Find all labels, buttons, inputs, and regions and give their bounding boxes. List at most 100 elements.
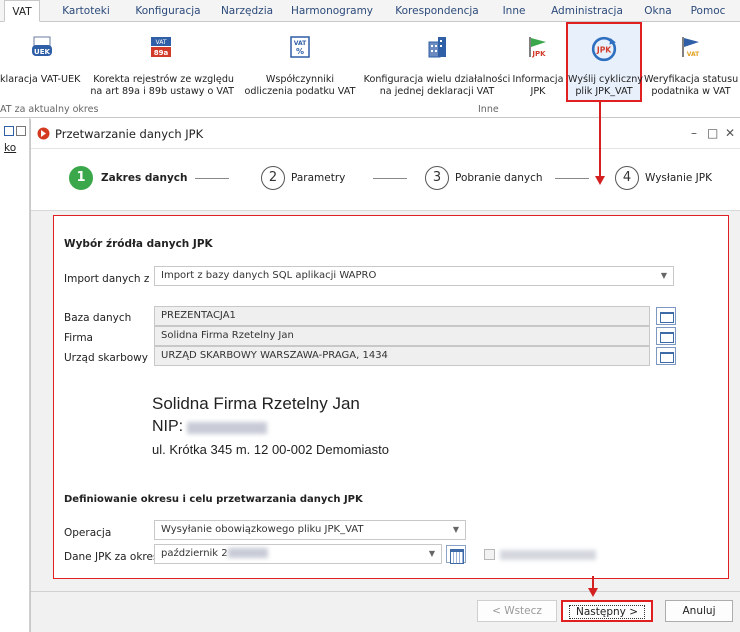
wizard-footer: < Wstecz Następny > Anuluj — [31, 591, 740, 632]
wyslij-line1: Wyślij cykliczny — [568, 74, 643, 85]
annotation-arrow-line — [599, 102, 601, 177]
vat-uek-button[interactable]: UEK klaracja VAT-UEK — [0, 22, 84, 104]
wyslij-line2: plik JPK_VAT — [575, 86, 633, 97]
menu-administracja[interactable]: Administracja — [540, 0, 634, 22]
firm-label: Firma — [64, 332, 93, 344]
konfiguracja-dzialalnosci-button[interactable]: Konfiguracja wielu działalności na jedne… — [362, 22, 512, 104]
chevron-down-icon: ▼ — [660, 271, 667, 280]
menu-vat[interactable]: VAT — [4, 0, 40, 22]
svg-text:89a: 89a — [154, 49, 169, 57]
weryfikacja-line1: Weryfikacja statusu — [644, 74, 739, 85]
menu-kartoteki[interactable]: Kartoteki — [50, 0, 122, 22]
svg-text:VAT: VAT — [687, 51, 700, 58]
vat-flag-icon: VAT — [682, 37, 700, 58]
window-app-icon — [37, 127, 50, 140]
source-section-title: Wybór źródła danych JPK — [64, 238, 213, 250]
jpk-processing-window: Przetwarzanie danych JPK – □ ✕ 1 Zakres … — [30, 119, 740, 632]
window-titlebar: Przetwarzanie danych JPK – □ ✕ — [31, 119, 740, 149]
svg-text:%: % — [296, 47, 304, 56]
cancel-button[interactable]: Anuluj — [665, 600, 733, 622]
ribbon-group-vat-okres: AT za aktualny okres — [0, 104, 99, 115]
svg-text:VAT: VAT — [155, 39, 166, 46]
annotation-arrow-head-2 — [588, 588, 598, 597]
menu-konfiguracja[interactable]: Konfiguracja — [124, 0, 212, 22]
nip-label: NIP: — [152, 418, 184, 435]
svg-text:JPK: JPK — [531, 50, 546, 58]
building-icon — [428, 37, 446, 58]
step-4-label[interactable]: Wysłanie JPK — [645, 172, 712, 184]
menu-okna[interactable]: Okna — [636, 0, 680, 22]
period-section-title: Definiowanie okresu i celu przetwarzania… — [64, 494, 363, 505]
database-folder-icon[interactable] — [656, 307, 676, 325]
menu-pomoc[interactable]: Pomoc — [682, 0, 734, 22]
sidebar-link[interactable]: ko — [4, 142, 16, 154]
cyclic-jpk-icon: JPK — [591, 36, 617, 62]
wizard-steps: 1 Zakres danych 2 Parametry 3 Pobranie d… — [31, 149, 740, 211]
minimize-button[interactable]: – — [691, 126, 697, 140]
company-nip: NIP: — [152, 418, 267, 436]
korekta-rejestrow-button[interactable]: VAT 89a Korekta rejestrów ze względu na … — [86, 22, 236, 104]
firm-field: Solidna Firma Rzetelny Jan — [154, 326, 650, 346]
wyslij-cykliczny-jpk-button[interactable]: JPK Wyślij cykliczny plik JPK_VAT — [566, 22, 643, 102]
menu-harmonogramy[interactable]: Harmonogramy — [284, 0, 380, 22]
menu-inne[interactable]: Inne — [494, 0, 534, 22]
operation-select[interactable]: Wysyłanie obowiązkowego pliku JPK_VAT ▼ — [154, 520, 466, 540]
informacja-line2: JPK — [530, 86, 546, 97]
svg-text:JPK: JPK — [596, 45, 612, 54]
informacja-line1: Informacja — [512, 74, 564, 85]
menu-korespondencja[interactable]: Korespondencja — [384, 0, 490, 22]
maximize-button[interactable]: □ — [707, 126, 718, 140]
firm-folder-icon[interactable] — [656, 327, 676, 345]
office-label: Urząd skarbowy — [64, 352, 148, 364]
step-1-circle[interactable]: 1 — [69, 166, 93, 190]
window-title: Przetwarzanie danych JPK — [55, 127, 204, 141]
menu-narzedzia[interactable]: Narzędzia — [214, 0, 280, 22]
chevron-down-icon: ▼ — [452, 525, 459, 534]
step-connector — [195, 178, 229, 179]
tax-office-folder-icon[interactable] — [656, 347, 676, 365]
operation-label: Operacja — [64, 527, 112, 539]
ribbon: UEK klaracja VAT-UEK VAT 89a Korekta rej… — [0, 22, 740, 118]
wspolczynniki-line1: Współczynniki — [265, 74, 335, 85]
step-4-circle[interactable]: 4 — [615, 166, 639, 190]
close-button[interactable]: ✕ — [725, 126, 735, 140]
konfiguracja-line2: na jednej deklaracji VAT — [379, 86, 495, 97]
wizard-body: Wybór źródła danych JPK Import danych z … — [31, 211, 740, 591]
wspolczynniki-button[interactable]: VAT % Współczynniki odliczenia podatku V… — [238, 22, 362, 104]
import-label: Import danych z — [64, 273, 150, 285]
period-select[interactable]: październik 2 ▼ — [154, 544, 442, 564]
tax-office-field: URZĄD SKARBOWY WARSZAWA-PRAGA, 1434 — [154, 346, 650, 366]
period-value: październik 2 — [161, 548, 228, 559]
vat-uek-label: klaracja VAT-UEK — [0, 74, 81, 85]
data-source-panel: Wybór źródła danych JPK Import danych z … — [53, 215, 729, 579]
annotation-arrow-head — [595, 176, 605, 185]
weryfikacja-statusu-button[interactable]: VAT Weryfikacja statusu podatnika w VAT — [644, 22, 738, 104]
89a-icon: VAT 89a — [151, 37, 171, 57]
next-button[interactable]: Następny > — [561, 600, 653, 622]
jpk-flag-icon: JPK — [529, 37, 546, 58]
back-button[interactable]: < Wstecz — [477, 600, 557, 622]
database-field: PREZENTACJA1 — [154, 306, 650, 326]
calendar-icon[interactable] — [446, 545, 466, 564]
no-activity-checkbox[interactable] — [484, 549, 495, 560]
svg-text:UEK: UEK — [34, 48, 50, 56]
sidebar-icon[interactable] — [4, 126, 14, 136]
uek-icon: UEK — [32, 36, 52, 56]
operation-value: Wysyłanie obowiązkowego pliku JPK_VAT — [161, 524, 364, 535]
db-label: Baza danych — [64, 312, 132, 324]
step-connector — [555, 178, 589, 179]
no-activity-label-redacted — [500, 550, 596, 560]
informacja-jpk-button[interactable]: JPK Informacja JPK — [512, 22, 564, 104]
step-2-circle[interactable]: 2 — [261, 166, 285, 190]
nip-redacted — [186, 421, 267, 434]
period-label: Dane JPK za okres — [64, 551, 159, 563]
sidebar-icon-2[interactable] — [16, 126, 26, 136]
wspolczynniki-line2: odliczenia podatku VAT — [244, 86, 356, 97]
ribbon-group-inne: Inne — [478, 104, 499, 115]
step-2-label[interactable]: Parametry — [291, 172, 345, 184]
menu-bar: VAT Kartoteki Konfiguracja Narzędzia Har… — [0, 0, 740, 22]
step-3-circle[interactable]: 3 — [425, 166, 449, 190]
step-1-label[interactable]: Zakres danych — [101, 172, 188, 184]
step-3-label[interactable]: Pobranie danych — [455, 172, 543, 184]
import-source-select[interactable]: Import z bazy danych SQL aplikacji WAPRO… — [154, 266, 674, 286]
